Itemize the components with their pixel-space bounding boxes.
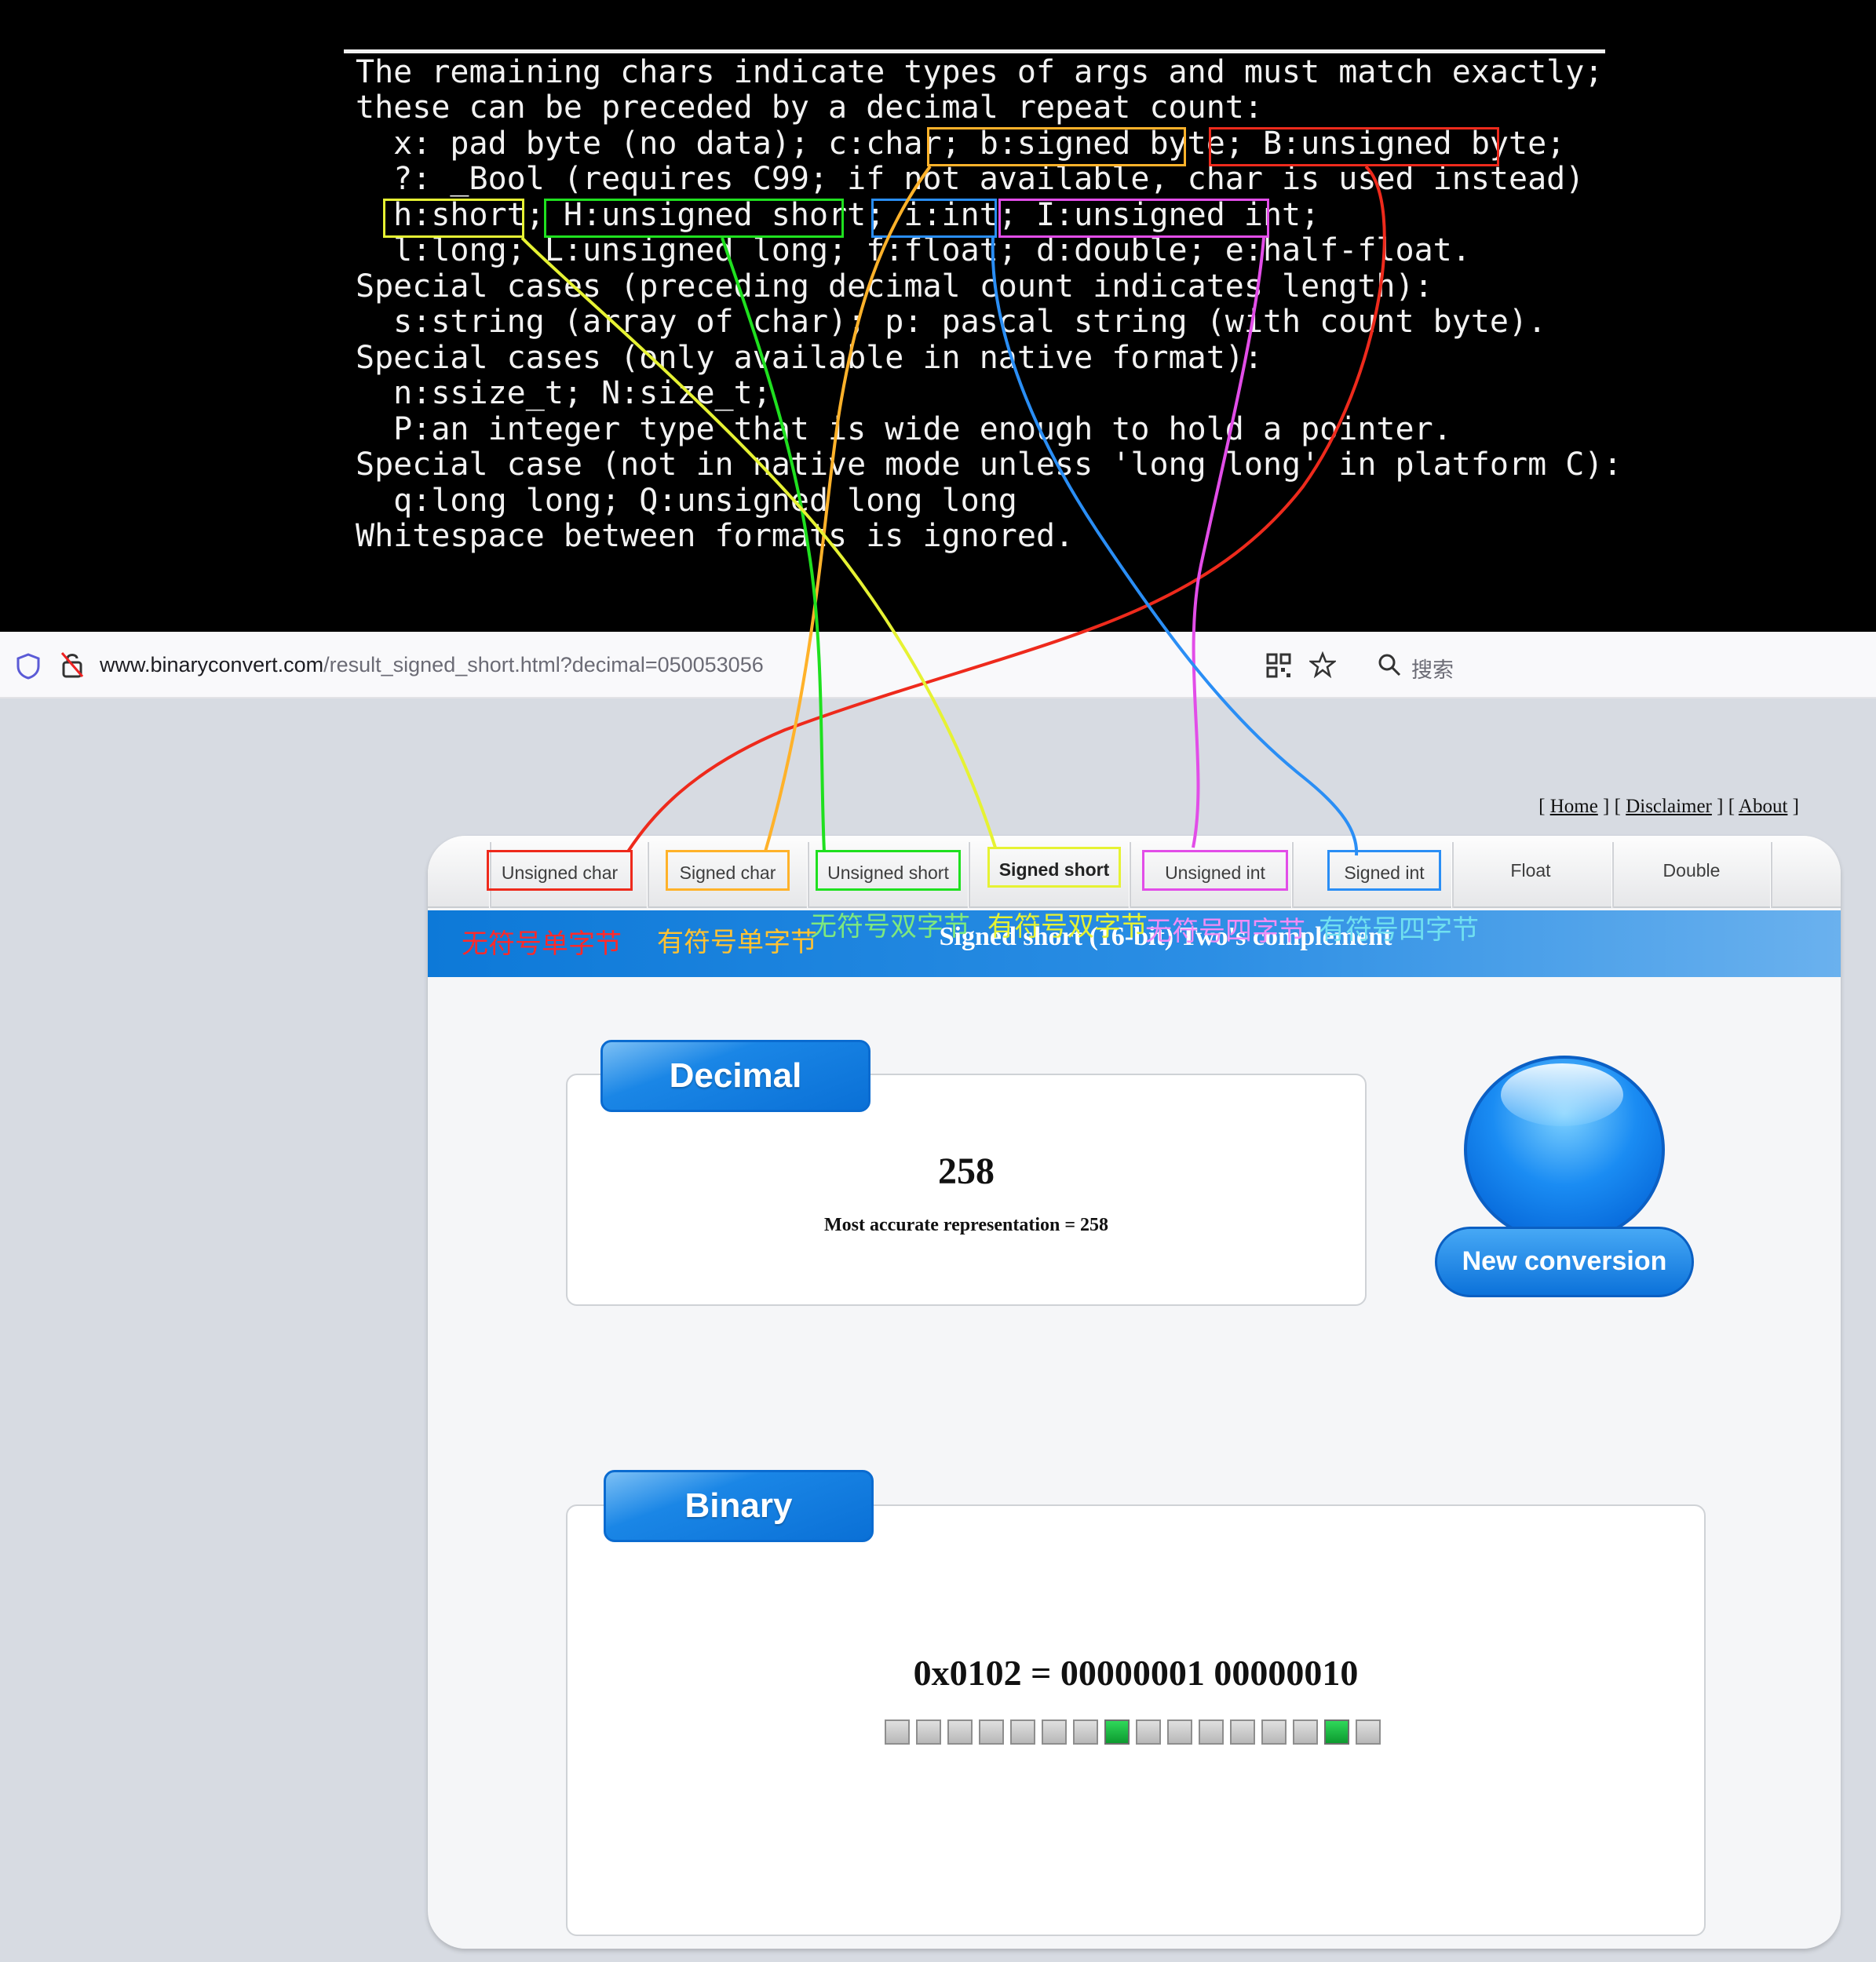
url-host: www.binaryconvert.com [100,653,324,676]
url-field[interactable]: www.binaryconvert.com/result_signed_shor… [100,653,764,677]
terminal-line: Whitespace between formats is ignored. [356,518,1075,554]
bit-off [1356,1719,1381,1745]
tab-float[interactable]: Float [1464,850,1597,891]
bit-off [1136,1719,1161,1745]
terminal-line: s:string (array of char); p: pascal stri… [356,304,1547,340]
tab-separator [1129,842,1131,908]
bit-off [979,1719,1004,1745]
highlight-unsigned-short [544,199,844,238]
bit-off [916,1719,941,1745]
terminal-line: these can be preceded by a decimal repea… [356,89,1263,126]
disclaimer-link[interactable]: Disclaimer [1626,796,1712,817]
annotation-unsigned-int: 无符号四字节 [1145,917,1305,946]
browser-address-bar[interactable]: www.binaryconvert.com/result_signed_shor… [0,632,1876,698]
tab-separator [1770,842,1772,908]
bit-off [1167,1719,1192,1745]
tab-signed-short[interactable]: Signed short [987,847,1121,888]
bit-off [1042,1719,1067,1745]
terminal-top-rule [344,49,1605,53]
bit-off [947,1719,973,1745]
bookmark-star-icon[interactable] [1309,651,1336,678]
tab-unsigned-short[interactable]: Unsigned short [816,850,961,891]
tab-separator [1451,842,1454,908]
home-link[interactable]: Home [1550,796,1598,817]
highlight-short [383,199,524,238]
terminal-line: n:ssize_t; N:size_t; [356,375,772,411]
search-icon[interactable] [1378,653,1401,676]
terminal-line: ?: _Bool (requires C99; if not available… [356,161,1585,197]
tab-separator [807,842,809,908]
tab-unsigned-char[interactable]: Unsigned char [487,850,633,891]
top-nav-links: [ Home ] [ Disclaimer ] [ About ] [1538,796,1799,817]
insecure-lock-icon[interactable] [60,651,85,679]
annotation-unsigned-short: 无符号双字节 [810,912,970,942]
highlight-unsigned-int [998,199,1269,238]
binary-value: 0x0102 = 00000001 00000010 [913,1653,1359,1693]
bit-off [885,1719,910,1745]
bit-on [1324,1719,1349,1745]
bit-off [1010,1719,1035,1745]
annotation-signed-byte: 有符号单字节 [657,928,817,957]
terminal-line: l:long; L:unsigned long; f:float; d:doub… [356,232,1471,268]
qr-code-icon[interactable] [1266,653,1291,678]
annotation-signed-short: 有符号双字节 [987,912,1148,942]
terminal-line: P:an integer type that is wide enough to… [356,411,1452,447]
terminal-line: Special cases (only available in native … [356,340,1263,376]
tab-separator [968,842,970,908]
annotation-signed-int: 有符号四字节 [1319,915,1479,945]
decimal-accuracy: Most accurate representation = 258 [823,1215,1109,1235]
tab-signed-int[interactable]: Signed int [1327,850,1441,891]
search-input[interactable]: 搜索 [1411,653,1454,684]
about-link[interactable]: About [1739,796,1788,817]
tab-signed-char[interactable]: Signed char [666,850,790,891]
decimal-value: 258 [938,1151,995,1192]
type-tab-strip: Unsigned char Signed char Unsigned short… [428,836,1841,908]
tracking-shield-icon[interactable] [16,653,41,680]
bit-off [1199,1719,1224,1745]
highlight-signed-byte [927,127,1186,166]
terminal-line: Special cases (preceding decimal count i… [356,268,1433,305]
url-path: /result_signed_short.html?decimal=050053… [323,653,764,676]
tab-separator [647,842,649,908]
bit-off [1293,1719,1318,1745]
tab-separator [1291,842,1294,908]
terminal-line: q:long long; Q:unsigned long long [356,483,1017,519]
new-conversion-button[interactable]: New conversion [1435,1227,1694,1297]
bit-off [1261,1719,1287,1745]
bit-off [1230,1719,1255,1745]
decimal-header: Decimal [600,1040,870,1112]
tab-separator [1611,842,1614,908]
globe-highlight [1501,1063,1623,1126]
tab-double[interactable]: Double [1625,850,1758,891]
binary-header: Binary [604,1470,874,1542]
highlight-int [871,199,997,238]
tab-unsigned-int[interactable]: Unsigned int [1142,850,1288,891]
terminal-line: The remaining chars indicate types of ar… [356,54,1604,90]
highlight-unsigned-byte [1209,127,1499,166]
bit-on [1104,1719,1130,1745]
terminal-window: The remaining chars indicate types of ar… [0,0,1876,632]
annotation-unsigned-byte: 无符号单字节 [462,929,622,959]
bit-off [1073,1719,1098,1745]
converter-panel: Unsigned char Signed char Unsigned short… [428,836,1841,1949]
terminal-line: Special case (not in native mode unless … [356,447,1622,483]
